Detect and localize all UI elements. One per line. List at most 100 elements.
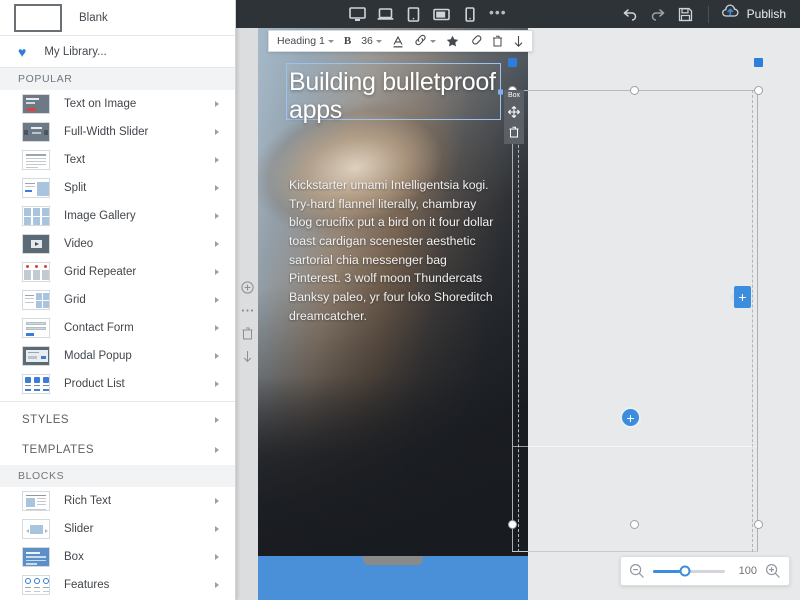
insert-item-text-on-image[interactable]: Text on Image (0, 90, 235, 118)
device-tablet-landscape-button[interactable] (432, 5, 451, 23)
my-library-item[interactable]: ♥ My Library... (0, 36, 235, 68)
chevron-down-icon (429, 39, 436, 43)
panel-row-styles[interactable]: STYLES (0, 405, 235, 435)
section-drag-nub[interactable] (363, 556, 423, 565)
thumb-modal-popup (22, 346, 50, 366)
zoom-slider-knob[interactable] (679, 565, 691, 577)
add-element-side-button[interactable]: + (734, 286, 751, 308)
thumb-grid-repeater (22, 262, 50, 282)
insert-item-text[interactable]: Text (0, 146, 235, 174)
trash-icon[interactable] (240, 326, 254, 340)
zoom-in-icon[interactable] (765, 563, 781, 579)
redo-button[interactable] (644, 0, 672, 28)
link-icon (414, 34, 427, 49)
insert-item-split[interactable]: Split (0, 174, 235, 202)
zoom-out-icon[interactable] (629, 563, 645, 579)
insert-item-features[interactable]: Features (0, 571, 235, 599)
text-color-button[interactable] (387, 31, 409, 51)
insert-item-grid[interactable]: Grid (0, 286, 235, 314)
insert-item-modal-popup[interactable]: Modal Popup (0, 342, 235, 370)
insert-item-video[interactable]: Video (0, 230, 235, 258)
handle-top-center[interactable] (630, 86, 639, 95)
label: Grid (64, 294, 86, 306)
label: Split (64, 182, 87, 194)
thumb-video (22, 234, 50, 254)
save-button[interactable] (672, 0, 700, 28)
publish-button[interactable]: Publish (717, 4, 790, 24)
favorite-button[interactable] (441, 31, 464, 51)
hero-section[interactable]: Building bulletproof apps Kickstarter um… (258, 28, 528, 556)
next-section[interactable] (258, 556, 528, 600)
cloud-upload-icon (721, 4, 740, 24)
insert-item-product-list[interactable]: Product List (0, 370, 235, 398)
chevron-right-icon (215, 526, 219, 532)
insert-item-image-gallery[interactable]: Image Gallery (0, 202, 235, 230)
add-element-center-button[interactable]: + (622, 409, 639, 426)
thumb-features (22, 575, 50, 595)
paragraph-style-label: Heading 1 (277, 35, 325, 47)
section-header-blocks: BLOCKS (0, 465, 235, 487)
handle-bottom-right[interactable] (754, 520, 763, 529)
clear-format-button[interactable] (464, 31, 487, 51)
undo-button[interactable] (616, 0, 644, 28)
device-tablet-portrait-button[interactable] (404, 5, 423, 23)
chevron-right-icon (215, 381, 219, 387)
handle-bottom-center[interactable] (630, 520, 639, 529)
insert-item-slider[interactable]: Slider (0, 515, 235, 543)
delete-button[interactable] (487, 31, 508, 51)
ellipsis-icon[interactable] (240, 303, 254, 317)
topbar-actions: Publish (616, 0, 800, 28)
hero-heading[interactable]: Building bulletproof apps (289, 68, 499, 124)
chevron-right-icon (215, 101, 219, 107)
handle-top-left[interactable] (508, 58, 517, 67)
add-circle-icon[interactable] (240, 280, 254, 294)
element-tool-buttons (504, 101, 524, 144)
device-mobile-button[interactable] (460, 5, 479, 23)
link-dropdown-button[interactable] (409, 31, 441, 51)
chevron-right-icon (215, 213, 219, 219)
device-more-icon[interactable]: ••• (488, 5, 507, 23)
panel-row-templates[interactable]: TEMPLATES (0, 435, 235, 465)
publish-label: Publish (746, 7, 786, 21)
insert-item-contact-form[interactable]: Contact Form (0, 314, 235, 342)
label: Video (64, 238, 94, 250)
chevron-right-icon (215, 447, 219, 453)
paragraph-style-dropdown[interactable]: Heading 1 (272, 31, 339, 51)
font-size-dropdown[interactable]: 36 (356, 31, 387, 51)
thumb-rich-text (22, 491, 50, 511)
zoom-control: 100 (620, 556, 790, 586)
device-desktop-button[interactable] (348, 5, 367, 23)
insert-item-box[interactable]: Box (0, 543, 235, 571)
trash-icon[interactable] (508, 126, 520, 138)
hero-body-text[interactable]: Kickstarter umami Intelligentsia kogi. T… (289, 176, 495, 326)
device-laptop-button[interactable] (376, 5, 395, 23)
thumb-text (22, 150, 50, 170)
more-options-button[interactable] (508, 31, 529, 51)
blank-thumbnail (14, 3, 62, 32)
zoom-value: 100 (738, 565, 757, 577)
blank-label: Blank (79, 11, 108, 24)
move-icon[interactable] (508, 106, 520, 118)
thumb-grid (22, 290, 50, 310)
handle-right-top[interactable] (754, 86, 763, 95)
insert-item-full-width-slider[interactable]: Full-Width Slider (0, 118, 235, 146)
handle-bottom-left[interactable] (508, 520, 517, 529)
blank-template-item[interactable]: Blank (0, 0, 235, 36)
hero-content: Building bulletproof apps Kickstarter um… (258, 28, 528, 556)
label: Text on Image (64, 98, 137, 110)
font-size-value: 36 (361, 35, 373, 47)
bold-button[interactable]: B (339, 31, 356, 51)
thumb-full-width-slider (22, 122, 50, 142)
move-down-icon[interactable] (240, 349, 254, 363)
thumb-image-gallery (22, 206, 50, 226)
guide-line-left (518, 90, 519, 552)
insert-item-grid-repeater[interactable]: Grid Repeater (0, 258, 235, 286)
chevron-right-icon (215, 269, 219, 275)
label: Modal Popup (64, 350, 132, 362)
label: Image Gallery (64, 210, 136, 222)
insert-item-rich-text[interactable]: Rich Text (0, 487, 235, 515)
label: Text (64, 154, 86, 166)
handle-top-right[interactable] (754, 58, 763, 67)
zoom-slider[interactable] (653, 565, 725, 577)
page-preview[interactable]: Building bulletproof apps Kickstarter um… (258, 28, 528, 600)
